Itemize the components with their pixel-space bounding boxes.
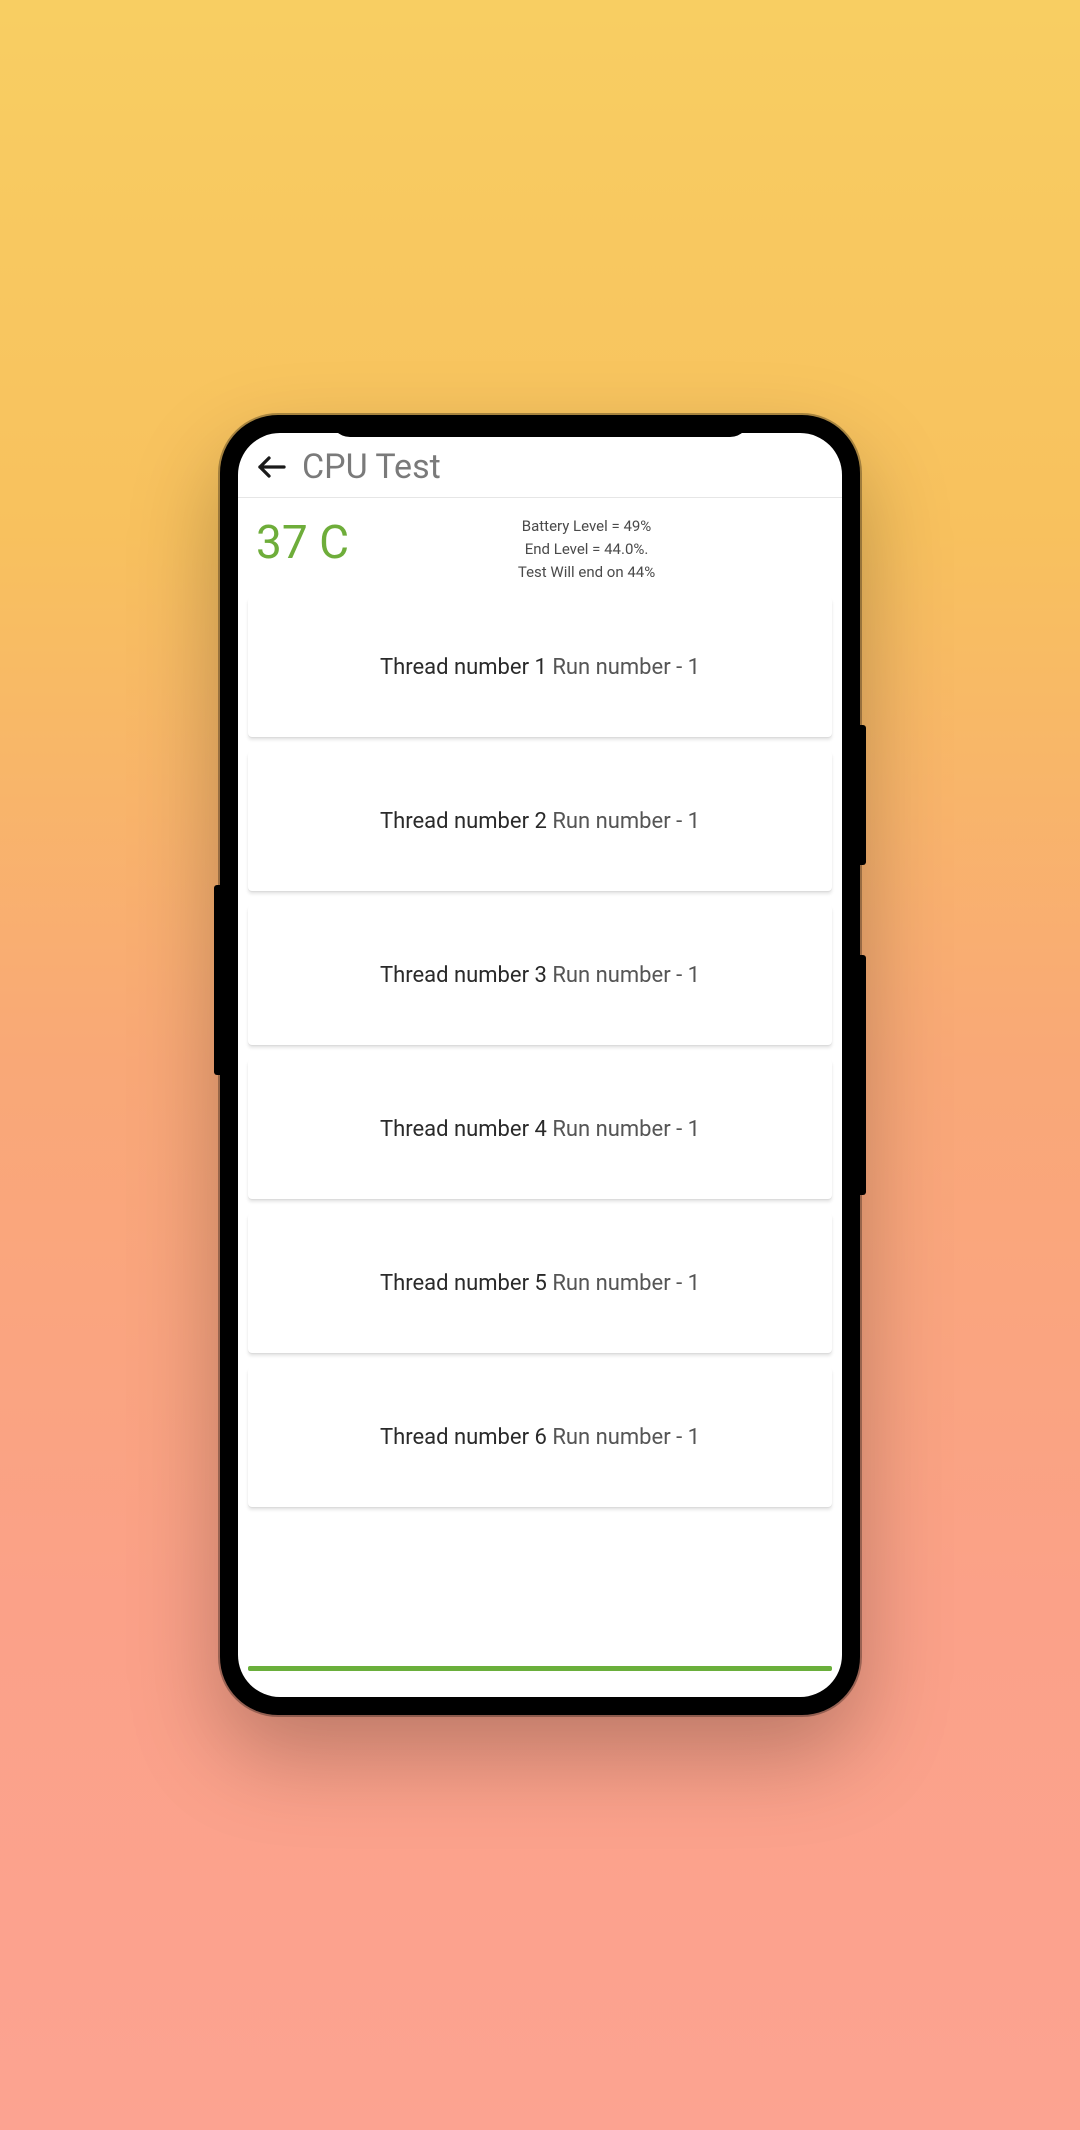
- page-title: CPU Test: [302, 447, 441, 487]
- phone-side-button-left: [214, 885, 220, 1075]
- temperature-value: 37 C: [256, 516, 349, 570]
- progress-bar: [248, 1666, 832, 1671]
- thread-list[interactable]: Thread number 1 Run number - 1 Thread nu…: [238, 593, 842, 1634]
- run-label: Run number - 1: [552, 963, 700, 988]
- thread-status-text: Thread number 5 Run number - 1: [380, 1271, 700, 1296]
- thread-card: Thread number 1 Run number - 1: [248, 597, 832, 737]
- back-icon[interactable]: [254, 449, 290, 485]
- app-bar: CPU Test: [238, 433, 842, 498]
- run-label: Run number - 1: [552, 809, 700, 834]
- thread-card: Thread number 3 Run number - 1: [248, 905, 832, 1045]
- run-label: Run number - 1: [552, 1425, 700, 1450]
- thread-status-text: Thread number 6 Run number - 1: [380, 1425, 700, 1450]
- phone-side-button-right-bottom: [860, 955, 866, 1195]
- screen: CPU Test 37 C Battery Level = 49% End Le…: [238, 433, 842, 1697]
- thread-label: Thread number 5: [380, 1271, 552, 1296]
- run-label: Run number - 1: [552, 1117, 700, 1142]
- thread-status-text: Thread number 1 Run number - 1: [380, 655, 700, 680]
- thread-card: Thread number 5 Run number - 1: [248, 1213, 832, 1353]
- thread-label: Thread number 2: [380, 809, 552, 834]
- thread-status-text: Thread number 2 Run number - 1: [380, 809, 700, 834]
- status-row: 37 C Battery Level = 49% End Level = 44.…: [238, 498, 842, 593]
- status-info: Battery Level = 49% End Level = 44.0%. T…: [349, 516, 824, 583]
- phone-frame: CPU Test 37 C Battery Level = 49% End Le…: [220, 415, 860, 1715]
- phone-side-button-right-top: [860, 725, 866, 865]
- thread-label: Thread number 3: [380, 963, 552, 988]
- bottom-area: [238, 1634, 842, 1697]
- phone-notch: [330, 415, 750, 437]
- end-level-text: End Level = 44.0%.: [525, 539, 649, 560]
- thread-label: Thread number 6: [380, 1425, 552, 1450]
- thread-card: Thread number 2 Run number - 1: [248, 751, 832, 891]
- battery-level-text: Battery Level = 49%: [522, 516, 652, 537]
- thread-card: Thread number 4 Run number - 1: [248, 1059, 832, 1199]
- thread-card: Thread number 6 Run number - 1: [248, 1367, 832, 1507]
- thread-status-text: Thread number 3 Run number - 1: [380, 963, 700, 988]
- run-label: Run number - 1: [552, 655, 700, 680]
- run-label: Run number - 1: [552, 1271, 700, 1296]
- test-end-text: Test Will end on 44%: [518, 562, 655, 583]
- thread-status-text: Thread number 4 Run number - 1: [380, 1117, 700, 1142]
- thread-label: Thread number 1: [380, 655, 552, 680]
- thread-label: Thread number 4: [380, 1117, 552, 1142]
